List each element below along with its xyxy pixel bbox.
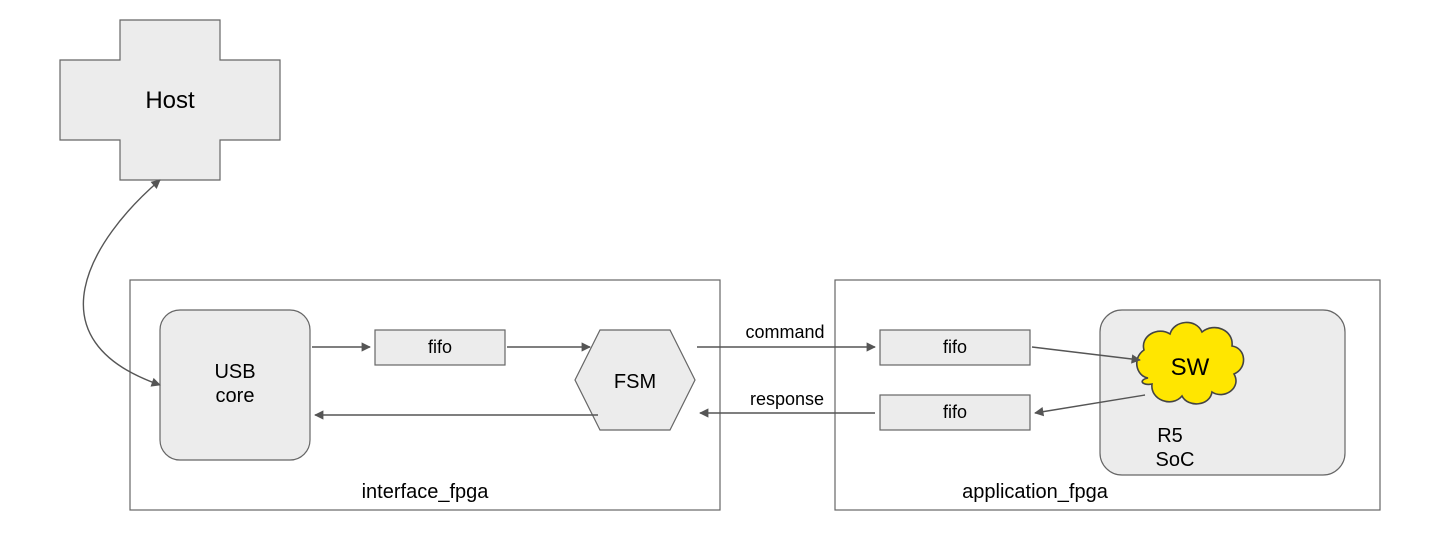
edge-command-label: command: [745, 322, 824, 342]
sw-cloud-node: SW: [1137, 322, 1244, 403]
fifo-command-label: fifo: [943, 337, 967, 357]
fifo-interface-node: fifo: [375, 330, 505, 365]
host-label: Host: [145, 87, 195, 114]
fifo-interface-label: fifo: [428, 337, 452, 357]
fifo-response-node: fifo: [880, 395, 1030, 430]
host-node: Host: [60, 20, 280, 180]
usb-core-label-2: core: [216, 385, 255, 407]
block-diagram: Host interface_fpga USB core fifo FSM ap…: [0, 0, 1446, 534]
usb-core-node: USB core: [160, 310, 310, 460]
fsm-label: FSM: [614, 371, 656, 393]
usb-core-label-1: USB: [214, 361, 255, 383]
soc-label-2: SoC: [1156, 449, 1195, 471]
soc-label-1: R5: [1157, 425, 1183, 447]
edge-response-label: response: [750, 389, 824, 409]
fifo-response-label: fifo: [943, 402, 967, 422]
interface-fpga-label: interface_fpga: [362, 481, 490, 503]
sw-cloud-label: SW: [1171, 354, 1210, 381]
application-fpga-label: application_fpga: [962, 481, 1109, 503]
fifo-command-node: fifo: [880, 330, 1030, 365]
edge-host-usb: [83, 180, 160, 385]
